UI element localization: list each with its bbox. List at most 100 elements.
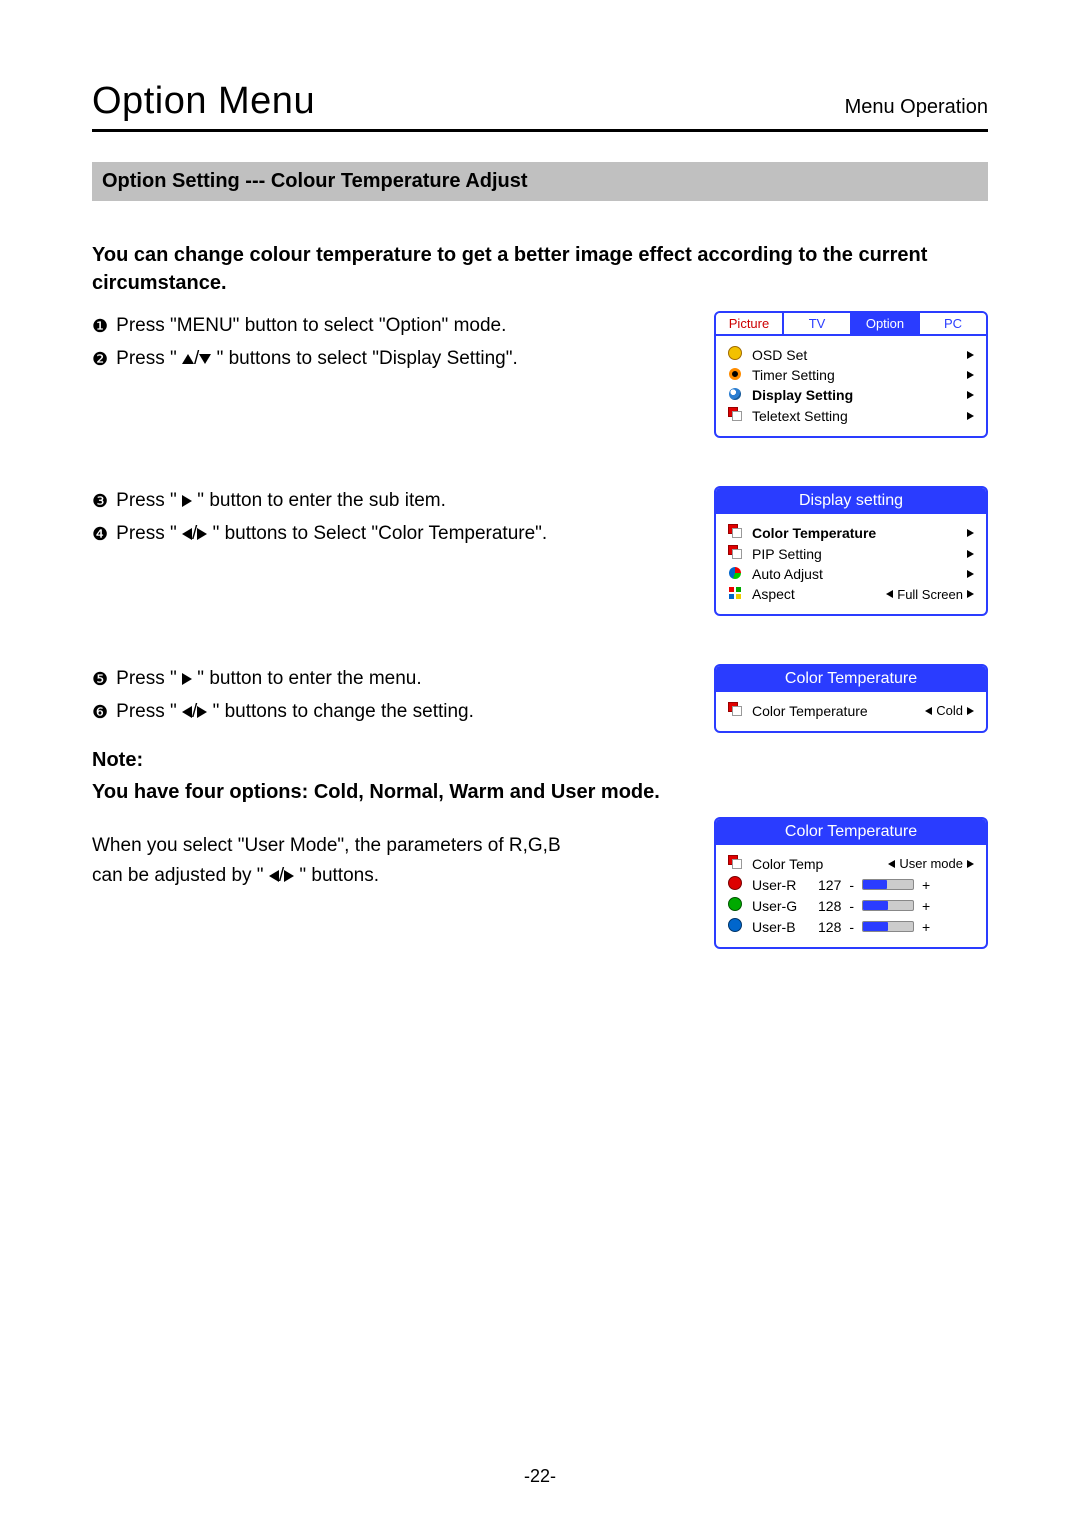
osd-row-label: Color Temperature — [752, 703, 917, 719]
pie-icon — [729, 567, 741, 579]
page-number: -22- — [0, 1466, 1080, 1487]
step-text-pre: Press " — [116, 668, 182, 689]
osd-row-auto-adjust[interactable]: Auto Adjust — [726, 564, 974, 584]
page-title: Option Menu — [92, 80, 315, 123]
note-line: You have four options: Cold, Normal, War… — [92, 777, 690, 807]
osd-display-setting: Display setting Color Temperature PIP Se… — [714, 486, 988, 616]
step-6: ❻ Press " / " buttons to change the sett… — [92, 697, 690, 728]
triangle-right-icon — [967, 707, 974, 715]
rgb-r-icon — [728, 876, 742, 890]
triangle-right-icon — [967, 570, 974, 578]
user-mode-text: When you select "User Mode", the paramet… — [92, 831, 572, 890]
triangle-right-icon — [967, 351, 974, 359]
squares-icon — [728, 545, 742, 559]
triangle-left-icon — [182, 528, 192, 540]
step-text: Press " / " buttons to select "Display S… — [116, 344, 690, 374]
osd-row-label: Color Temp — [752, 856, 880, 872]
step-text-post: " buttons to select "Display Setting". — [217, 348, 518, 369]
osd-row-aspect[interactable]: Aspect Full Screen — [726, 584, 974, 604]
osd-color-temp-user: Color Temperature Color Temp User mode U… — [714, 817, 988, 949]
step-text: Press " " button to enter the sub item. — [116, 486, 690, 516]
triangle-left-icon — [182, 706, 192, 718]
osd-row-user-g[interactable]: User-G 128 - + — [726, 895, 974, 916]
step-5: ❺ Press " " button to enter the menu. — [92, 664, 690, 695]
osd-row-value: Cold — [925, 703, 974, 718]
osd-row-ct-value[interactable]: Color Temperature Cold — [726, 700, 974, 721]
osd-row-label: User-R — [752, 877, 810, 893]
intro-text: You can change colour temperature to get… — [92, 241, 988, 297]
triangle-right-icon — [967, 860, 974, 868]
steps-list-3: ❺ Press " " button to enter the menu. ❻ … — [92, 664, 714, 807]
plus-label: + — [922, 898, 930, 914]
slider-value: 128 — [818, 898, 841, 914]
triangle-left-icon — [888, 860, 895, 868]
step-2: ❷ Press " / " buttons to select "Display… — [92, 344, 690, 375]
osd-row-label: Aspect — [752, 586, 878, 602]
osd-row-label: Display Setting — [752, 387, 959, 403]
step-number: ❷ — [92, 344, 108, 375]
step-text-pre: Press " — [116, 348, 182, 369]
page-subtitle: Menu Operation — [845, 96, 988, 119]
squares-icon — [728, 855, 742, 869]
osd-row-label: User-G — [752, 898, 810, 914]
osd-row-label: Timer Setting — [752, 367, 959, 383]
triangle-right-icon — [967, 590, 974, 598]
plus-label: + — [922, 919, 930, 935]
triangle-right-icon — [197, 528, 207, 540]
osd-row-user-b[interactable]: User-B 128 - + — [726, 916, 974, 937]
osd-body: Color Temperature PIP Setting Auto Adjus… — [716, 514, 986, 614]
globe-icon — [729, 388, 741, 400]
osd-tab-pc[interactable]: PC — [920, 313, 986, 334]
osd-row-pip[interactable]: PIP Setting — [726, 543, 974, 564]
triangle-right-icon — [284, 870, 294, 882]
triangle-right-icon — [967, 529, 974, 537]
step-text: Press "MENU" button to select "Option" m… — [116, 311, 690, 341]
triangle-down-icon — [199, 354, 211, 364]
osd-row-user-r[interactable]: User-R 127 - + — [726, 874, 974, 895]
osd-title: Color Temperature — [716, 666, 986, 692]
slider-bar[interactable] — [862, 921, 914, 932]
step-text-post: " buttons to change the setting. — [213, 701, 474, 722]
ring-icon — [729, 368, 741, 380]
osd-row-display[interactable]: Display Setting — [726, 385, 974, 405]
rgb-g-icon — [728, 897, 742, 911]
osd-body: Color Temperature Cold — [716, 692, 986, 731]
osd-row-color-temp[interactable]: Color Temperature — [726, 522, 974, 543]
step-text: Press " / " buttons to Select "Color Tem… — [116, 519, 690, 549]
plus-label: + — [922, 877, 930, 893]
osd-row-label: User-B — [752, 919, 810, 935]
step-text-pre: Press " — [116, 701, 182, 722]
osd-tab-option[interactable]: Option — [852, 313, 920, 334]
slider-bar[interactable] — [862, 900, 914, 911]
triangle-right-icon — [967, 391, 974, 399]
triangle-right-icon — [967, 412, 974, 420]
step-text: Press " / " buttons to change the settin… — [116, 697, 690, 727]
header: Option Menu Menu Operation — [92, 80, 988, 132]
osd-title: Color Temperature — [716, 819, 986, 845]
slider-value: 128 — [818, 919, 841, 935]
squares-icon — [728, 524, 742, 538]
osd-title: Display setting — [716, 488, 986, 514]
step-number: ❶ — [92, 311, 108, 342]
osd-tab-picture[interactable]: Picture — [716, 313, 784, 334]
rgb-b-icon — [728, 918, 742, 932]
triangle-right-icon — [967, 550, 974, 558]
osd-row-ct-user[interactable]: Color Temp User mode — [726, 853, 974, 874]
block-user-mode: When you select "User Mode", the paramet… — [92, 817, 988, 949]
triangle-left-icon — [925, 707, 932, 715]
step-text-pre: Press " — [116, 523, 182, 544]
osd-tab-tv[interactable]: TV — [784, 313, 852, 334]
block-step-1-2: ❶ Press "MENU" button to select "Option"… — [92, 311, 988, 438]
step-text-post: " buttons to Select "Color Temperature". — [213, 523, 548, 544]
osd-row-label: Color Temperature — [752, 525, 959, 541]
slider-bar[interactable] — [862, 879, 914, 890]
osd-row-label: OSD Set — [752, 347, 959, 363]
osd-row-timer[interactable]: Timer Setting — [726, 365, 974, 385]
osd-row-osd-set[interactable]: OSD Set — [726, 344, 974, 365]
osd-row-teletext[interactable]: Teletext Setting — [726, 405, 974, 426]
step-text-pre: Press " — [116, 490, 182, 511]
grid-icon — [729, 587, 741, 599]
osd-value-text: Full Screen — [897, 587, 963, 602]
note-label: Note: — [92, 745, 690, 775]
triangle-left-icon — [269, 870, 279, 882]
